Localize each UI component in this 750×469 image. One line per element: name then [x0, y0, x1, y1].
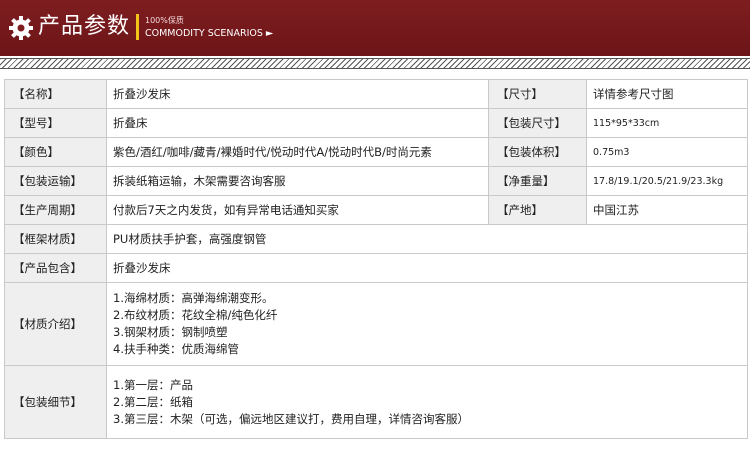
page-title: 产品参数 [38, 14, 131, 39]
row-label: 【框架材质】 [4, 224, 107, 254]
spec-table: 【名称】 折叠沙发床 【尺寸】 详情参考尺寸图 【型号】 折叠床 【包装尺寸】 … [4, 79, 748, 439]
row-label: 【包装细节】 [4, 365, 107, 439]
list-item: 1.第一层：产品 [113, 377, 193, 392]
table-row: 【生产周期】 付款后7天之内发货，如有异常电话通知买家 【产地】 中国江苏 [4, 195, 748, 225]
list-item: 2.布纹材质：花纹全棉/纯色化纤 [113, 308, 278, 322]
table-row: 【材质介绍】 1.海绵材质：高弹海绵潮变形。 2.布纹材质：花纹全棉/纯色化纤 … [4, 282, 748, 366]
quality-tag: 100%保质 [145, 16, 184, 25]
table-row: 【包装运输】 拆装纸箱运输，木架需要咨询客服 【净重量】 17.8/19.1/2… [4, 166, 748, 196]
list-item: 3.第三层：木架（可选，偏远地区建议打，费用自理，详情咨询客服） [113, 411, 469, 426]
table-row: 【型号】 折叠床 【包装尺寸】 115*95*33cm [4, 108, 748, 138]
row-value: 0.75m3 [586, 137, 748, 167]
list-item: 2.第二层：纸箱 [113, 394, 193, 409]
row-label: 【名称】 [4, 79, 107, 109]
row-value: 付款后7天之内发货，如有异常电话通知买家 [106, 195, 489, 225]
row-label: 【包装体积】 [488, 137, 587, 167]
row-value: 折叠沙发床 [106, 79, 489, 109]
row-label: 【产品包含】 [4, 253, 107, 283]
material-list: 1.海绵材质：高弹海绵潮变形。 2.布纹材质：花纹全棉/纯色化纤 3.钢架材质：… [106, 282, 748, 366]
header-banner: 产品参数 100%保质 COMMODITY SCENARIOS ► [0, 0, 750, 56]
row-label: 【生产周期】 [4, 195, 107, 225]
row-label: 【包装尺寸】 [488, 108, 587, 138]
row-label: 【型号】 [4, 108, 107, 138]
table-row: 【名称】 折叠沙发床 【尺寸】 详情参考尺寸图 [4, 79, 748, 109]
gear-icon [9, 16, 33, 40]
row-value: 17.8/19.1/20.5/21.9/23.3kg [586, 166, 748, 196]
row-label: 【材质介绍】 [4, 282, 107, 366]
row-label: 【净重量】 [488, 166, 587, 196]
list-item: 3.钢架材质：钢制喷塑 [113, 325, 228, 339]
row-label: 【颜色】 [4, 137, 107, 167]
row-value: 拆装纸箱运输，木架需要咨询客服 [106, 166, 489, 196]
list-item: 1.海绵材质：高弹海绵潮变形。 [113, 291, 274, 305]
table-row: 【颜色】 紫色/酒红/咖啡/藏青/裸婚时代/悦动时代A/悦动时代B/时尚元素 【… [4, 137, 748, 167]
row-value: 折叠床 [106, 108, 489, 138]
row-label: 【产地】 [488, 195, 587, 225]
hatched-divider [0, 58, 750, 69]
row-label: 【包装运输】 [4, 166, 107, 196]
table-row: 【框架材质】 PU材质扶手护套，高强度钢管 [4, 224, 748, 254]
row-value: 115*95*33cm [586, 108, 748, 138]
row-value: 紫色/酒红/咖啡/藏青/裸婚时代/悦动时代A/悦动时代B/时尚元素 [106, 137, 489, 167]
packing-list: 1.第一层：产品 2.第二层：纸箱 3.第三层：木架（可选，偏远地区建议打，费用… [106, 365, 748, 439]
title-divider [136, 14, 139, 40]
row-value: 中国江苏 [586, 195, 748, 225]
row-label: 【尺寸】 [488, 79, 587, 109]
list-item: 4.扶手种类：优质海绵管 [113, 342, 239, 356]
table-row: 【产品包含】 折叠沙发床 [4, 253, 748, 283]
row-value: PU材质扶手护套，高强度钢管 [106, 224, 748, 254]
section-subtitle: COMMODITY SCENARIOS ► [145, 28, 274, 39]
row-value: 折叠沙发床 [106, 253, 748, 283]
table-row: 【包装细节】 1.第一层：产品 2.第二层：纸箱 3.第三层：木架（可选，偏远地… [4, 365, 748, 439]
row-value: 详情参考尺寸图 [586, 79, 748, 109]
